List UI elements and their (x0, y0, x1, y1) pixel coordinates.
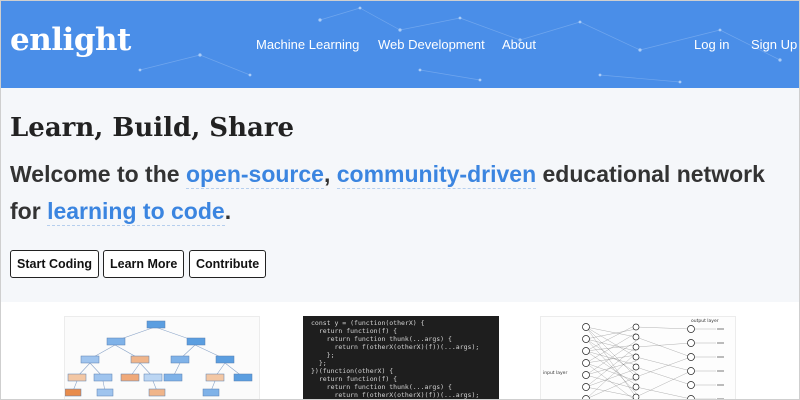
code-line: const y = (function(otherX) { (311, 319, 425, 327)
logo[interactable]: enlight (10, 22, 131, 58)
nav-machine-learning[interactable]: Machine Learning (256, 37, 359, 52)
output-layer-label: output layer (691, 318, 719, 324)
code-line: return function thunk(...args) { (311, 335, 452, 343)
decision-tree-image (65, 320, 253, 397)
learning-to-code-link[interactable]: learning to code (47, 198, 225, 226)
nav-signup[interactable]: Sign Up (751, 37, 797, 52)
neural-network-image: input layer output layer (543, 318, 724, 399)
hero-section: Learn, Build, Share Welcome to the open-… (0, 88, 800, 302)
subtitle-comma: , (323, 161, 331, 187)
code-line: return function thunk(...args) { (311, 383, 452, 391)
code-line: return function(f) { (311, 375, 398, 383)
neural-network-card[interactable]: input layer output layer (540, 316, 736, 400)
open-source-link[interactable]: open-source (185, 161, 324, 189)
hero-subtitle: Welcome to the open-source, community-dr… (10, 156, 790, 230)
code-line: return f(otherX(otherX)(f))(...args); (311, 391, 480, 399)
input-layer-label: input layer (543, 370, 567, 376)
learn-more-button[interactable]: Learn More (103, 250, 185, 278)
subtitle-period: . (224, 198, 232, 224)
start-coding-button[interactable]: Start Coding (10, 250, 99, 278)
navbar: enlight Machine Learning Web Development… (0, 0, 800, 88)
subtitle-text: Welcome to the (10, 161, 186, 187)
contribute-button[interactable]: Contribute (189, 250, 267, 278)
hero-title: Learn, Build, Share (10, 113, 295, 143)
nav-web-development[interactable]: Web Development (378, 37, 485, 52)
nav-login[interactable]: Log in (694, 37, 729, 52)
code-line: return f(otherX(otherX)(f))(...args); (311, 343, 480, 351)
community-driven-link[interactable]: community-driven (336, 161, 537, 189)
code-snippet-card[interactable]: const y = (function(otherX) { return fun… (303, 316, 499, 400)
decision-tree-card[interactable] (64, 316, 260, 400)
code-line: return function(f) { (311, 327, 398, 335)
nav-about[interactable]: About (502, 37, 536, 52)
code-line: }; (311, 359, 327, 367)
code-line: }; (311, 351, 335, 359)
code-line: })(function(otherX) { (311, 367, 394, 375)
